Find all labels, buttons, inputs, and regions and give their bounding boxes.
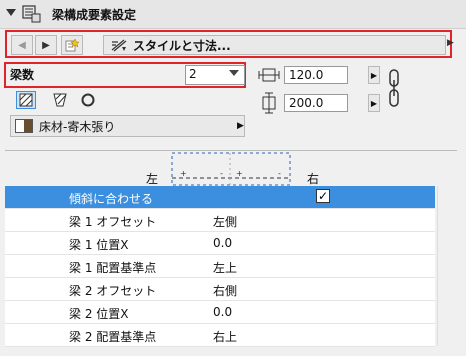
beam-layout-preview: + - + - [171,152,291,186]
triangle-left-icon: ◀ [18,39,26,51]
row-value: 右側 [213,284,238,298]
triangle-right-icon: ▶ [42,39,50,51]
row-value: 0.0 [213,236,233,250]
beam-count-label: 梁数 [10,68,35,82]
row-value: 左側 [213,215,238,229]
chain-link-icon[interactable] [386,68,402,108]
collapse-triangle-icon[interactable] [6,9,16,16]
width-dimension-icon [258,68,280,82]
svg-text:-: - [278,169,281,178]
circle-icon [81,93,95,107]
preview-right-label: 右 [307,172,320,186]
divider [5,150,457,151]
trapezoid-hatch-icon [53,93,67,107]
triangle-right-icon: ▶ [370,70,378,80]
preview-left-label: 左 [146,172,159,186]
row-label: 梁 2 オフセット [69,284,157,298]
style-icon [111,39,127,52]
table-row[interactable]: 梁 1 オフセット 左側 [5,209,435,232]
beam-settings-icon [22,5,41,23]
beam-count-value: 2 [189,67,197,81]
material-picker[interactable]: 床材-寄木張り [10,115,245,137]
round-shape-button[interactable] [78,91,98,109]
row-label: 梁 1 配置基準点 [69,261,157,275]
width-field[interactable]: 120.0 [284,66,348,84]
next-button[interactable]: ▶ [35,35,57,55]
material-swatch-icon [15,119,33,133]
style-and-size-button[interactable]: スタイルと寸法... [103,35,446,55]
row-label: 梁 1 位置X [69,238,129,252]
rectangle-hatch-icon [19,93,33,107]
svg-text:+: + [236,169,243,178]
svg-text:+: + [180,169,187,178]
table-scrollbar[interactable] [437,186,458,346]
table-row[interactable]: 梁 2 オフセット 右側 [5,278,435,301]
row-label: 傾斜に合わせる [69,192,154,206]
style-toolbar: ◀ ▶ スタイルと寸法... ▶ [5,30,454,58]
table-row[interactable]: 梁 2 配置基準点 右上 [5,324,435,347]
previous-button[interactable]: ◀ [11,35,33,55]
triangle-right-icon: ▶ [370,98,378,108]
follow-slope-checkbox[interactable]: ✓ [316,189,330,203]
material-label: 床材-寄木張り [39,119,116,134]
table-row[interactable]: 梁 1 位置X 0.0 [5,232,435,255]
style-arrow-icon: ▶ [447,38,454,48]
panel-header[interactable]: 梁構成要素設定 [0,0,466,29]
table-row[interactable]: 梁 2 位置X 0.0 [5,301,435,324]
favorites-icon [65,38,79,52]
favorites-button[interactable] [61,35,83,55]
svg-text:-: - [220,169,223,178]
table-row[interactable]: 梁 1 配置基準点 左上 [5,255,435,278]
chevron-down-icon [229,70,239,76]
trapezoid-shape-button[interactable] [50,91,70,109]
row-label: 梁 2 位置X [69,307,129,321]
panel-title: 梁構成要素設定 [52,8,137,22]
rectangular-shape-button[interactable] [16,91,36,109]
row-label: 梁 2 配置基準点 [69,330,157,344]
width-step-button[interactable]: ▶ [368,66,380,84]
style-button-label: スタイルと寸法... [133,38,231,53]
table-row[interactable]: 傾斜に合わせる ✓ [5,186,435,209]
material-arrow-icon: ▶ [237,121,244,131]
row-value: 0.0 [213,305,233,319]
property-table: 傾斜に合わせる ✓ 梁 1 オフセット 左側 梁 1 位置X 0.0 梁 1 配… [5,186,435,347]
row-label: 梁 1 オフセット [69,215,157,229]
row-value: 左上 [213,261,238,275]
height-step-button[interactable]: ▶ [368,94,380,112]
row-value: 右上 [213,330,238,344]
height-field[interactable]: 200.0 [284,94,348,112]
height-dimension-icon [262,92,276,114]
